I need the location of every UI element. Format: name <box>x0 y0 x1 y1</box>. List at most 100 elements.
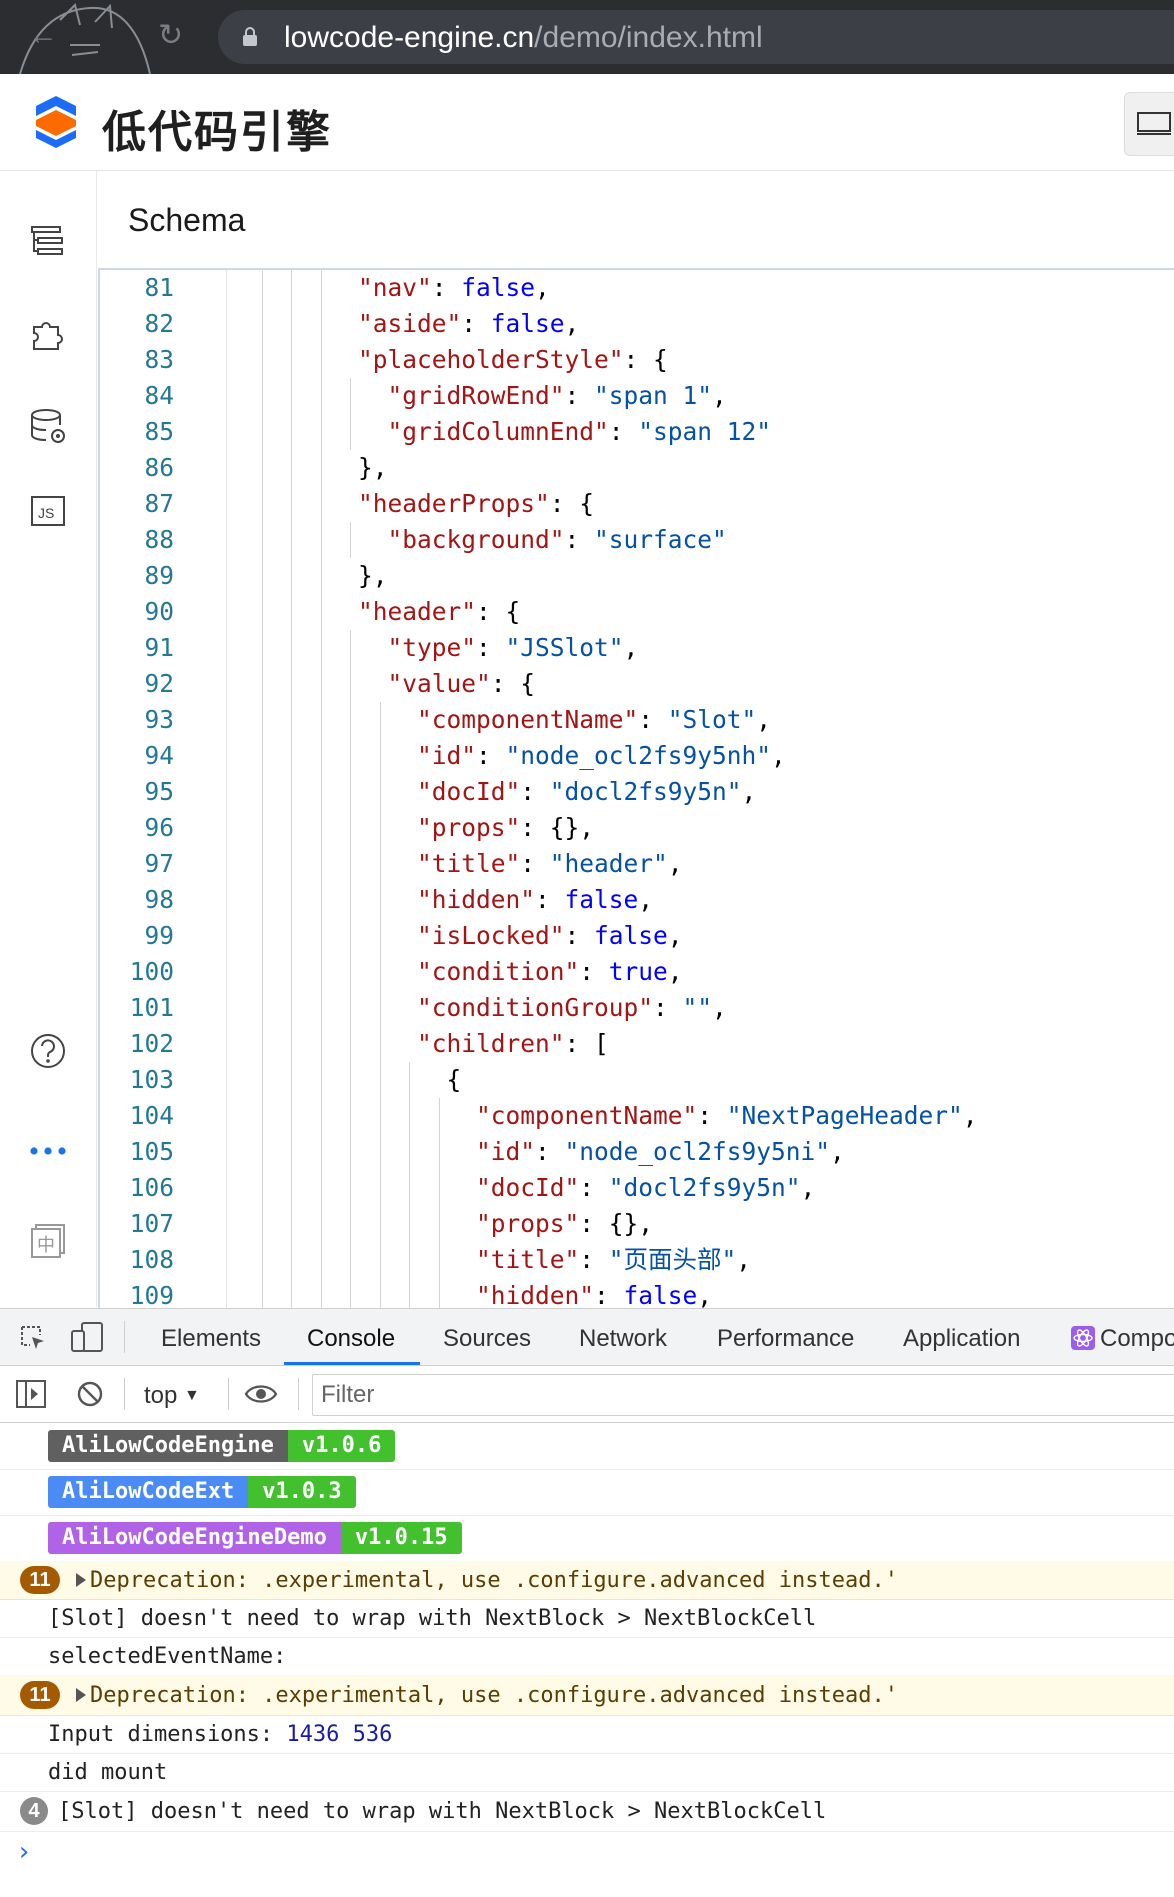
code-token: true <box>608 957 668 986</box>
code-token: "JSSlot" <box>505 633 624 662</box>
code-token: : { <box>476 597 521 626</box>
tab-console[interactable]: Console <box>307 1325 395 1353</box>
code-token: : <box>431 273 462 302</box>
code-token: , <box>830 1137 845 1166</box>
line-number: 108 <box>129 1245 174 1274</box>
console-warning-row[interactable]: 11 Deprecation: .experimental, use .conf… <box>0 1675 1174 1716</box>
preview-device-button[interactable] <box>1124 92 1174 156</box>
console-row: AliLowCodeExt v1.0.3 <box>0 1469 1174 1516</box>
code-text: "gridColumnEnd": "span 12" <box>388 414 772 450</box>
code-token: "children" <box>417 1029 565 1058</box>
help-icon[interactable] <box>28 1031 68 1071</box>
code-token: "title" <box>476 1245 580 1274</box>
expand-triangle-icon[interactable] <box>76 1688 86 1702</box>
code-token: "type" <box>387 633 477 662</box>
expand-triangle-icon[interactable] <box>76 1573 86 1587</box>
dims-label: Input dimensions: <box>48 1722 287 1747</box>
badge-version: v1.0.6 <box>287 1430 396 1462</box>
code-token: false <box>623 1281 698 1310</box>
code-text: "aside": false, <box>358 306 579 342</box>
console-filter-input[interactable] <box>313 1375 1165 1415</box>
execution-context-select[interactable]: top ▼ <box>144 1382 200 1410</box>
locale-switch-icon[interactable]: 中 <box>28 1221 68 1261</box>
left-plugin-rail: JS 中 <box>0 171 97 1307</box>
line-number: 104 <box>129 1101 174 1130</box>
code-text: "background": "surface" <box>388 522 727 558</box>
line-number: 103 <box>129 1065 174 1094</box>
tab-network[interactable]: Network <box>579 1325 667 1353</box>
tab-application[interactable]: Application <box>903 1325 1020 1353</box>
line-number: 99 <box>144 921 174 950</box>
warning-text: Deprecation: .experimental, use .configu… <box>90 1568 898 1593</box>
console-row: selectedEventName: <box>0 1637 1174 1676</box>
js-code-icon[interactable]: JS <box>28 491 68 531</box>
live-expression-eye-icon[interactable] <box>244 1382 278 1406</box>
code-text: "title": "页面头部", <box>476 1242 751 1278</box>
code-token: , <box>962 1101 978 1130</box>
outline-tree-icon[interactable] <box>28 221 68 261</box>
code-token: "gridRowEnd" <box>387 381 565 410</box>
code-token: , <box>736 1245 752 1274</box>
more-icon[interactable] <box>28 1131 68 1171</box>
code-token: : <box>697 1101 727 1130</box>
code-token: : { <box>549 489 595 518</box>
version-badge-ext: AliLowCodeExt v1.0.3 <box>48 1476 356 1508</box>
line-number: 101 <box>129 993 174 1022</box>
schema-code-editor[interactable]: 81 "nav": false, 82 "aside": false, 83 "place… <box>98 268 1174 1312</box>
datasource-icon[interactable] <box>28 407 68 447</box>
tab-elements[interactable]: Elements <box>161 1325 261 1353</box>
console-prompt-icon[interactable]: › <box>16 1837 32 1867</box>
inspect-element-icon[interactable] <box>18 1323 48 1353</box>
log-text: [Slot] doesn't need to wrap with NextBlo… <box>48 1606 817 1631</box>
line-number: 93 <box>144 705 174 734</box>
monitor-icon <box>1137 112 1171 135</box>
code-line: 84 "gridRowEnd": "span 1", <box>100 378 1174 414</box>
back-icon[interactable]: ← <box>28 18 58 52</box>
console-row: AliLowCodeEngineDemo v1.0.15 <box>0 1515 1174 1562</box>
line-number: 96 <box>144 813 174 842</box>
code-token: "aside" <box>358 309 462 338</box>
tab-performance[interactable]: Performance <box>717 1325 854 1353</box>
svg-text:中: 中 <box>37 1235 55 1256</box>
toolbar-separator <box>298 1378 299 1410</box>
code-text: "props": {}, <box>476 1206 653 1242</box>
browser-toolbar: ← ↻ lowcode-engine.cn/demo/index.html <box>0 0 1174 74</box>
code-token: : <box>520 777 550 806</box>
code-text: "hidden": false, <box>417 882 653 918</box>
code-token: "docl2fs9y5n" <box>608 1173 801 1202</box>
badge-version: v1.0.15 <box>340 1522 462 1554</box>
code-token: , <box>638 885 654 914</box>
sidebar-toggle-icon[interactable] <box>16 1380 46 1408</box>
repeat-count-badge: 4 <box>20 1797 48 1825</box>
dims-height: 536 <box>352 1722 393 1747</box>
code-text: "type": "JSSlot", <box>388 630 639 666</box>
console-warning-row[interactable]: 11 Deprecation: .experimental, use .conf… <box>0 1561 1174 1600</box>
clear-console-icon[interactable] <box>76 1380 104 1408</box>
code-token: : <box>638 705 668 734</box>
code-line: 107 "props": {}, <box>100 1206 1174 1242</box>
code-line: 82 "aside": false, <box>100 306 1174 342</box>
code-token: : <box>653 993 683 1022</box>
panel-title: Schema <box>128 202 246 238</box>
reload-icon[interactable]: ↻ <box>158 18 183 53</box>
code-line: 81 "nav": false, <box>100 270 1174 306</box>
address-bar[interactable]: lowcode-engine.cn/demo/index.html <box>218 10 1174 64</box>
code-token: { <box>446 1065 462 1094</box>
code-line: 94 "id": "node_ocl2fs9y5nh", <box>100 738 1174 774</box>
device-toolbar-icon[interactable] <box>70 1321 104 1353</box>
code-token: : { <box>490 669 536 698</box>
code-line: 109 "hidden": false, <box>100 1278 1174 1310</box>
code-line: 106 "docId": "docl2fs9y5n", <box>100 1170 1174 1206</box>
code-token: "gridColumnEnd" <box>387 417 609 446</box>
code-token: "页面头部" <box>608 1245 737 1274</box>
line-number: 89 <box>144 561 174 590</box>
tab-sources[interactable]: Sources <box>443 1325 531 1353</box>
tab-components[interactable]: Compo <box>1100 1325 1174 1353</box>
component-library-icon[interactable] <box>28 315 68 355</box>
code-text: "isLocked": false, <box>417 918 683 954</box>
code-token: false <box>594 921 668 950</box>
code-token: : <box>476 741 506 770</box>
code-token: : <box>535 1137 565 1166</box>
repeat-count-badge: 11 <box>20 1681 60 1709</box>
code-token: "header" <box>358 597 477 626</box>
